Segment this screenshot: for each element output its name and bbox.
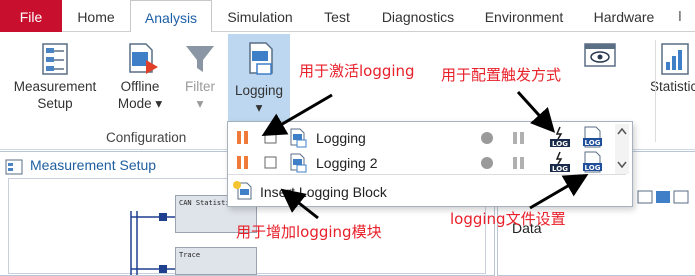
annotation-activate-logging: 用于激活logging [299,62,415,80]
insert-logging-block-item[interactable]: Insert Logging Block [260,184,387,200]
log-file-icon[interactable]: LOG [580,151,604,173]
pause-gray-icon[interactable] [511,130,527,146]
logging-block-label: Logging [316,130,366,146]
tab-overflow-icon: I [678,10,682,25]
right-window-toolbar-icons [637,190,689,204]
dropdown-separator [228,174,626,175]
logging-block-icon [290,128,307,148]
measurement-setup-label-2: Setup [37,96,73,111]
tab-diagnostics[interactable]: Diagnostics [366,0,470,32]
tab-analysis[interactable]: Analysis [130,0,212,33]
tab-hardware[interactable]: Hardware [578,0,670,32]
logging-block-label: Logging 2 [316,155,378,171]
trigger-log-badge-text: LOG [552,165,568,173]
tab-simulation[interactable]: Simulation [212,0,308,32]
eye-window-icon [584,43,616,67]
record-icon[interactable] [479,130,495,146]
log-file-icon[interactable]: LOG [580,126,604,148]
measurement-setup-label-1: Measurement [13,79,97,94]
filter-button[interactable]: Filter ▾ [176,38,224,112]
logging-block-row-1[interactable]: Logging LOG LOG [228,126,632,150]
record-icon[interactable] [479,155,495,171]
trigger-log-icon[interactable]: LOG [548,126,572,148]
tab-overflow[interactable]: I [670,0,695,32]
logging-block-icon [290,153,307,173]
annotation-trigger-config: 用于配置触发方式 [441,66,562,84]
trace-block-label: Trace [179,251,201,259]
log-file-badge-text: LOG [585,139,601,147]
insert-logging-block-icon [233,181,252,200]
tab-environment[interactable]: Environment [470,0,578,32]
trace-block[interactable]: Trace [175,247,257,275]
measurement-setup-small-icon [5,159,23,175]
pause-icon[interactable] [236,130,250,146]
trigger-log-badge-text: LOG [552,140,568,148]
annotation-file-settings: logging文件设置 [450,210,566,228]
measurement-setup-window-title: Measurement Setup [30,157,157,173]
checkbox[interactable] [264,131,278,145]
logging-block-row-2[interactable]: Logging 2 LOG LOG [228,151,632,175]
offline-mode-icon [129,43,158,74]
offline-mode-button[interactable]: Offline Mode ▾ [108,38,172,112]
logging-button[interactable]: Logging ▾ [228,34,290,126]
view-window-button[interactable] [582,38,618,74]
logging-label: Logging [234,83,284,98]
offline-mode-label-2: Mode ▾ [117,96,163,111]
tab-test[interactable]: Test [308,0,366,32]
logging-dropdown-arrow: ▾ [255,100,263,115]
log-file-badge-text: LOG [585,164,601,172]
statistics-button[interactable]: Statistic [644,38,695,95]
logging-dropdown-menu: Logging LOG LOG Logging 2 LOG LOG Insert… [227,121,633,207]
offline-mode-label-1: Offline [120,79,160,94]
filter-funnel-icon [186,46,214,72]
trigger-log-icon[interactable]: LOG [548,151,572,173]
measurement-setup-button[interactable]: Measurement Setup [6,38,104,112]
can-statistics-block-label: CAN Statisti [179,199,230,207]
dropdown-scrollbar[interactable] [615,124,629,174]
tab-home[interactable]: Home [62,0,130,32]
group-label-configuration: Configuration [106,130,187,145]
logging-icon [249,42,273,75]
ribbon-tab-bar: File Home Analysis Simulation Test Diagn… [0,0,695,33]
pause-icon[interactable] [236,155,250,171]
statistics-label: Statistic [650,79,695,94]
pause-gray-icon[interactable] [511,155,527,171]
scrollbar-arrows-icon [615,124,629,174]
checkbox[interactable] [264,156,278,170]
filter-dropdown-arrow: ▾ [196,96,204,111]
filter-label: Filter [185,79,215,94]
tab-file[interactable]: File [0,0,62,32]
statistics-chart-icon [661,43,689,75]
measurement-setup-icon [42,43,68,75]
group-separator [655,40,656,142]
annotation-add-logging-block: 用于增加logging模块 [236,223,382,241]
svg-text:I: I [678,10,682,25]
